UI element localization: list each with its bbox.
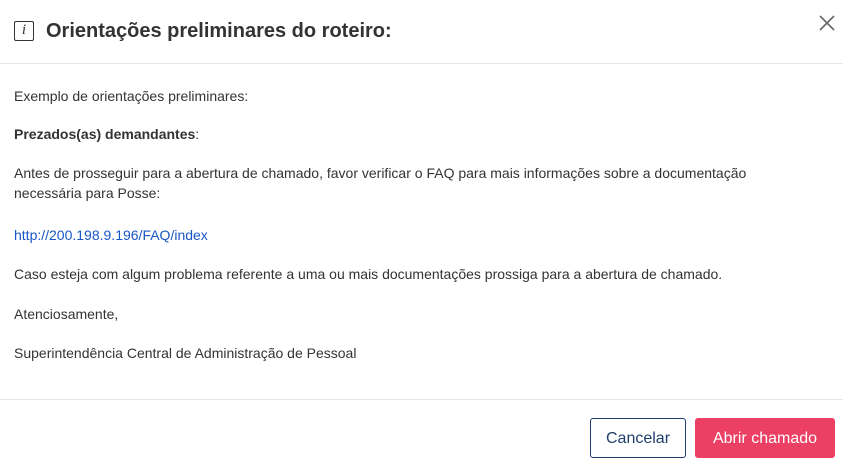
dialog-header: i Orientações preliminares do roteiro: xyxy=(0,0,843,64)
dialog-title: Orientações preliminares do roteiro: xyxy=(46,20,392,42)
closing-text: Atenciosamente, xyxy=(14,306,119,322)
close-icon xyxy=(819,15,835,31)
intro-text: Exemplo de orientações preliminares: xyxy=(14,88,249,104)
problem-paragraph: Caso esteja com algum problema referente… xyxy=(14,266,723,282)
info-icon: i xyxy=(14,21,34,41)
faq-link[interactable]: http://200.198.9.196/FAQ/index xyxy=(14,225,208,245)
greeting-bold: Prezados(as) demandantes xyxy=(14,126,196,142)
signature-text: Superintendência Central de Administraçã… xyxy=(14,345,357,361)
faq-paragraph: Antes de prosseguir para a abertura de c… xyxy=(14,165,747,201)
modal-dialog: i Orientações preliminares do roteiro: E… xyxy=(0,0,843,469)
greeting-suffix: : xyxy=(195,126,200,142)
greeting-line: Prezados(as) demandantes: xyxy=(14,124,199,144)
close-button[interactable] xyxy=(816,12,838,34)
open-ticket-button[interactable]: Abrir chamado xyxy=(695,418,835,458)
dialog-footer: Cancelar Abrir chamado xyxy=(0,399,843,469)
cancel-button[interactable]: Cancelar xyxy=(590,418,686,458)
